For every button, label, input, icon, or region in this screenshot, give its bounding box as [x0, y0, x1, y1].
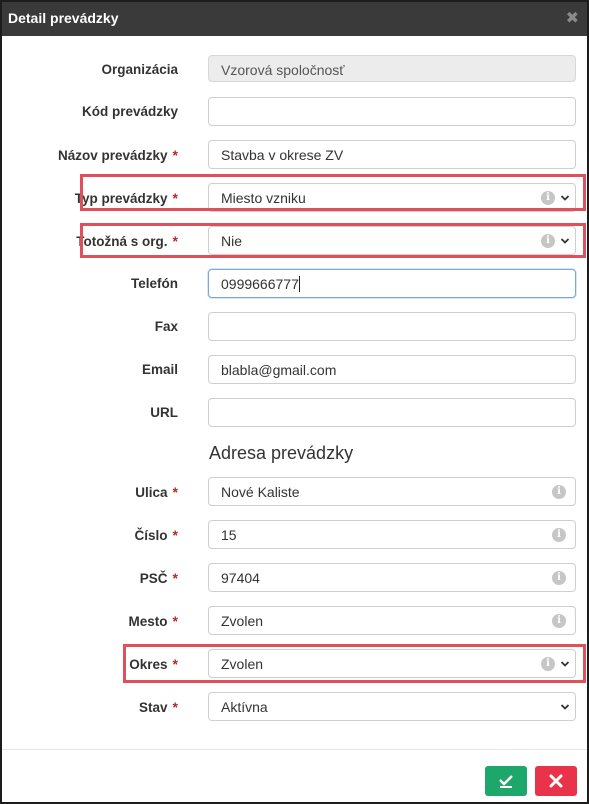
footer-divider [2, 749, 587, 750]
stav-select[interactable]: Aktívna [208, 692, 576, 721]
label-stav: Stav * [139, 699, 178, 715]
required-marker: * [172, 656, 178, 672]
chevron-down-icon [560, 238, 570, 244]
row-organizacia: Organizácia Vzorová spoločnosť [2, 55, 587, 85]
label-okres: Okres * [129, 656, 178, 672]
close-icon[interactable]: ✖ [566, 8, 579, 28]
required-marker: * [172, 527, 178, 543]
psc-input[interactable]: 97404 i [208, 563, 576, 592]
telefon-value: 0999666777 [221, 276, 299, 292]
label-mesto-text: Mesto [128, 614, 168, 629]
info-icon[interactable]: i [552, 528, 566, 542]
email-input[interactable]: blabla@gmail.com [208, 355, 576, 384]
organizacia-value: Vzorová spoločnosť [221, 62, 345, 78]
totozna-s-org-select[interactable]: Nie i [208, 226, 576, 255]
required-marker: * [172, 613, 178, 629]
chevron-down-icon [560, 704, 570, 710]
label-nazov: Názov prevádzky * [58, 147, 178, 163]
telefon-input[interactable]: 0999666777 [208, 269, 576, 298]
chevron-down-icon [560, 195, 570, 201]
label-ulica: Ulica * [135, 484, 178, 500]
required-marker: * [172, 484, 178, 500]
label-psc-text: PSČ [139, 571, 168, 586]
chevron-down-icon [560, 661, 570, 667]
info-icon[interactable]: i [541, 234, 555, 248]
ulica-value: Nové Kaliste [221, 484, 300, 500]
stav-value: Aktívna [221, 699, 268, 715]
row-url: URL [2, 398, 587, 428]
info-icon[interactable]: i [541, 657, 555, 671]
required-marker: * [172, 147, 178, 163]
required-marker: * [172, 699, 178, 715]
label-typ: Typ prevádzky * [75, 190, 178, 206]
text-cursor [298, 276, 300, 292]
dialog-title: Detail prevádzky [8, 10, 119, 26]
row-email: Email blabla@gmail.com [2, 355, 587, 385]
label-kod: Kód prevádzky [81, 104, 178, 119]
row-psc: PSČ * 97404 i [2, 563, 587, 593]
cancel-button[interactable] [535, 766, 577, 796]
mesto-input[interactable]: Zvolen i [208, 606, 576, 635]
psc-value: 97404 [221, 570, 260, 586]
label-totozna-text: Totožná s org. [76, 234, 168, 249]
info-icon[interactable]: i [541, 191, 555, 205]
label-mesto: Mesto * [129, 613, 178, 629]
required-marker: * [172, 233, 178, 249]
email-value: blabla@gmail.com [221, 362, 337, 378]
row-kod: Kód prevádzky [2, 97, 587, 127]
label-typ-text: Typ prevádzky [74, 191, 168, 206]
organizacia-field: Vzorová spoločnosť [208, 55, 576, 82]
cislo-input[interactable]: 15 i [208, 520, 576, 549]
label-psc: PSČ * [140, 570, 178, 586]
row-mesto: Mesto * Zvolen i [2, 606, 587, 636]
mesto-value: Zvolen [221, 613, 264, 629]
required-marker: * [172, 190, 178, 206]
label-organizacia: Organizácia [101, 62, 178, 77]
label-cislo: Číslo * [135, 527, 178, 543]
typ-value: Miesto vzniku [221, 190, 306, 206]
save-button[interactable] [485, 766, 527, 796]
row-typ: Typ prevádzky * Miesto vzniku i [2, 183, 587, 213]
nazov-prevadzky-input[interactable]: Stavba v okrese ZV [208, 140, 576, 169]
typ-prevadzky-select[interactable]: Miesto vzniku i [208, 183, 576, 212]
cancel-x-icon [549, 774, 563, 788]
totozna-value: Nie [221, 233, 243, 249]
ulica-input[interactable]: Nové Kaliste i [208, 477, 576, 506]
label-nazov-text: Názov prevádzky [57, 148, 168, 163]
label-stav-text: Stav [139, 700, 168, 715]
info-icon[interactable]: i [552, 485, 566, 499]
cislo-value: 15 [221, 527, 237, 543]
info-icon[interactable]: i [552, 571, 566, 585]
label-url: URL [150, 405, 178, 420]
row-totozna: Totožná s org. * Nie i [2, 226, 587, 256]
label-email: Email [141, 362, 178, 377]
row-fax: Fax [2, 312, 587, 342]
url-input[interactable] [208, 398, 576, 427]
info-icon[interactable]: i [552, 614, 566, 628]
row-okres: Okres * Zvolen i [2, 649, 587, 679]
kod-prevadzky-input[interactable] [208, 97, 576, 126]
label-fax: Fax [154, 319, 178, 334]
label-cislo-text: Číslo [134, 528, 168, 543]
required-marker: * [172, 570, 178, 586]
row-cislo: Číslo * 15 i [2, 520, 587, 550]
detail-prevadzky-dialog: Detail prevádzky ✖ Organizácia Vzorová s… [0, 0, 589, 804]
fax-input[interactable] [208, 312, 576, 341]
row-stav: Stav * Aktívna [2, 692, 587, 722]
okres-value: Zvolen [221, 656, 264, 672]
save-check-icon [499, 775, 513, 788]
dialog-titlebar: Detail prevádzky ✖ [2, 2, 587, 36]
row-nazov: Názov prevádzky * Stavba v okrese ZV [2, 140, 587, 170]
label-totozna: Totožná s org. * [76, 233, 178, 249]
nazov-value: Stavba v okrese ZV [221, 147, 344, 163]
row-telefon: Telefón 0999666777 [2, 269, 587, 299]
label-ulica-text: Ulica [135, 485, 168, 500]
section-title-adresa: Adresa prevádzky [209, 443, 354, 463]
label-telefon: Telefón [131, 276, 178, 291]
row-ulica: Ulica * Nové Kaliste i [2, 477, 587, 507]
okres-select[interactable]: Zvolen i [208, 649, 576, 678]
label-okres-text: Okres [129, 657, 168, 672]
